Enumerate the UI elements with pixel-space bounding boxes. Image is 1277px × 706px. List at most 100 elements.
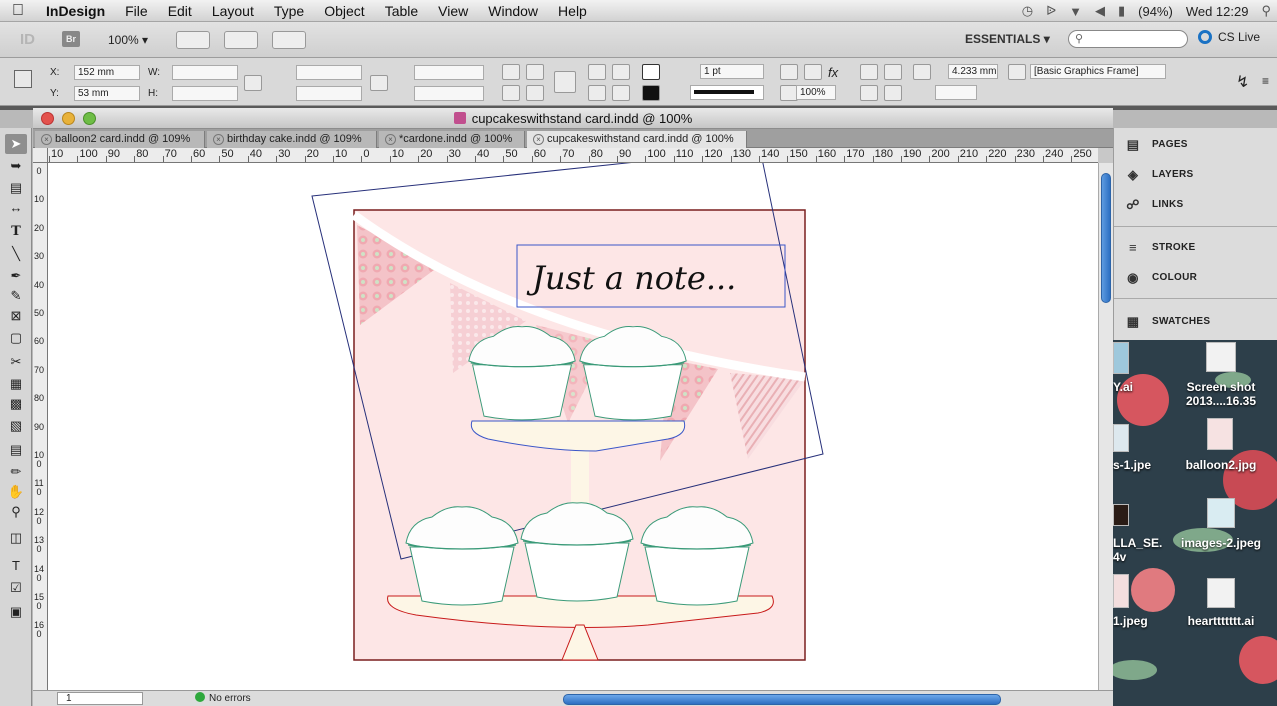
pasteboard[interactable]: Just a note...: [48, 163, 1098, 693]
y-field[interactable]: 53 mm: [74, 86, 140, 101]
menu-window[interactable]: Window: [478, 0, 548, 22]
file-thumb[interactable]: [1113, 574, 1129, 608]
rectangle-frame-tool-icon[interactable]: ⊠: [5, 306, 27, 326]
select-container-icon[interactable]: [588, 64, 606, 80]
corner-offset-field[interactable]: 4.233 mm: [948, 64, 998, 79]
screen-mode-icon[interactable]: ▣: [5, 602, 27, 622]
free-transform-tool-icon[interactable]: ▦: [5, 374, 27, 394]
vertical-ruler[interactable]: 0 10 20 30 40 50 60 70 80 90 100 110 120 130 140 150 160: [33, 163, 48, 693]
menu-type[interactable]: Type: [264, 0, 314, 22]
cupcake[interactable]: [579, 326, 687, 421]
search-field[interactable]: ⚲: [1068, 30, 1188, 48]
eyedropper-tool-icon[interactable]: ✏: [5, 462, 27, 482]
page-tool-icon[interactable]: ▤: [5, 178, 27, 198]
apply-none-icon[interactable]: ☑: [5, 578, 27, 598]
screen-mode-button[interactable]: [224, 31, 258, 49]
ruler-origin[interactable]: [33, 148, 48, 163]
desktop-file-y-ai[interactable]: Y.ai: [1113, 380, 1147, 394]
panel-menu-icon[interactable]: ≡: [1262, 74, 1269, 88]
cupcake[interactable]: [468, 326, 576, 421]
drop-shadow-icon[interactable]: [780, 64, 798, 80]
transform-preview-icon[interactable]: [554, 71, 576, 93]
menu-layout[interactable]: Layout: [202, 0, 264, 22]
rectangle-tool-icon[interactable]: ▢: [5, 328, 27, 348]
rotation-field[interactable]: [414, 65, 484, 80]
gradient-feather-tool-icon[interactable]: ▧: [5, 416, 27, 436]
formatting-affects-icon[interactable]: T: [5, 556, 27, 576]
desktop-file-heart-ai[interactable]: hearttttttt.ai: [1175, 614, 1267, 628]
w-field[interactable]: [172, 65, 238, 80]
h-field[interactable]: [172, 86, 238, 101]
panel-colour[interactable]: ◉ COLOUR: [1114, 265, 1277, 291]
desktop-file-lla-se[interactable]: LLA_SE. 4v: [1113, 536, 1173, 564]
close-tab-icon[interactable]: ×: [213, 134, 224, 145]
close-tab-icon[interactable]: ×: [385, 134, 396, 145]
cs-live-button[interactable]: CS Live: [1198, 30, 1260, 44]
view-options-button[interactable]: [176, 31, 210, 49]
opacity-field[interactable]: 100%: [796, 85, 836, 100]
x-field[interactable]: 152 mm: [74, 65, 140, 80]
note-tool-icon[interactable]: ▤: [5, 440, 27, 460]
zoom-tool-icon[interactable]: ⚲: [5, 502, 27, 522]
fill-stroke-icon[interactable]: ◫: [5, 528, 27, 548]
shear-field[interactable]: [414, 86, 484, 101]
reference-point-icon[interactable]: [14, 70, 32, 88]
file-thumb[interactable]: [1113, 424, 1129, 452]
flip-vertical-icon[interactable]: [526, 85, 544, 101]
menu-table[interactable]: Table: [375, 0, 428, 22]
wifi-icon[interactable]: ▼: [1069, 4, 1082, 19]
file-thumb[interactable]: [1207, 418, 1233, 450]
tab-birthday-cake[interactable]: × birthday cake.indd @ 109%: [207, 131, 377, 148]
menu-app[interactable]: InDesign: [36, 0, 115, 22]
scissors-tool-icon[interactable]: ✂: [5, 352, 27, 372]
file-thumb[interactable]: [1207, 578, 1235, 608]
rotate-cw-icon[interactable]: [502, 64, 520, 80]
workspace-switcher[interactable]: ESSENTIALS ▾: [965, 32, 1050, 46]
fx-icon[interactable]: fx: [828, 65, 838, 80]
stroke-black-swatch[interactable]: [642, 85, 660, 101]
apple-icon[interactable]: : [0, 2, 36, 20]
gap-tool-icon[interactable]: ↔: [5, 198, 27, 218]
effects-icon[interactable]: [804, 64, 822, 80]
select-content-icon[interactable]: [612, 64, 630, 80]
stroke-weight-field[interactable]: 1 pt: [700, 64, 764, 79]
vertical-scrollbar[interactable]: [1098, 163, 1113, 693]
menu-edit[interactable]: Edit: [158, 0, 202, 22]
bluetooth-icon[interactable]: ᐉ: [1046, 3, 1056, 19]
horizontal-scroll-thumb[interactable]: [563, 694, 1001, 705]
menu-view[interactable]: View: [428, 0, 478, 22]
wrap-none-icon[interactable]: [860, 64, 878, 80]
panel-layers[interactable]: ◈ LAYERS: [1114, 162, 1277, 188]
lightning-icon[interactable]: ↯: [1236, 72, 1249, 92]
fill-none-swatch[interactable]: [642, 64, 660, 80]
arrange-documents-button[interactable]: [272, 31, 306, 49]
file-thumb[interactable]: [1113, 504, 1129, 526]
menu-file[interactable]: File: [115, 0, 158, 22]
wrap-shape-icon[interactable]: [860, 85, 878, 101]
spotlight-icon[interactable]: ⚲: [1261, 3, 1271, 19]
menu-object[interactable]: Object: [314, 0, 374, 22]
scale-x-field[interactable]: [296, 65, 362, 80]
corner-shape-dropdown[interactable]: [935, 85, 977, 100]
constrain-proportions-icon[interactable]: [244, 75, 262, 91]
tab-balloon2[interactable]: × balloon2 card.indd @ 109%: [35, 131, 205, 148]
object-style-dropdown[interactable]: [Basic Graphics Frame]: [1030, 64, 1166, 79]
clock[interactable]: Wed 12:29: [1186, 4, 1249, 19]
desktop-file-s1-jpe[interactable]: s-1.jpe: [1113, 458, 1173, 472]
horizontal-ruler[interactable]: 10 100 90 80 70 60 50 40 30 20 10 0 10 20 30 40 50 60 70 80…: [48, 148, 1098, 163]
file-thumb[interactable]: [1113, 342, 1129, 374]
cupcake[interactable]: [405, 506, 519, 606]
flip-horizontal-icon[interactable]: [502, 85, 520, 101]
file-thumb[interactable]: [1206, 342, 1236, 372]
hand-tool-icon[interactable]: ✋: [5, 482, 27, 502]
cupcake[interactable]: [520, 502, 634, 602]
preflight-status[interactable]: No errors: [195, 692, 251, 706]
panel-links[interactable]: ☍ LINKS: [1114, 192, 1277, 218]
time-machine-icon[interactable]: ◷: [1022, 3, 1033, 19]
corner-options-icon[interactable]: [913, 64, 931, 80]
tab-cupcakeswithstand[interactable]: × cupcakeswithstand card.indd @ 100%: [527, 131, 747, 148]
direct-selection-tool-icon[interactable]: ➥: [5, 156, 27, 176]
link-scale-icon[interactable]: [370, 75, 388, 91]
wrap-bounding-icon[interactable]: [884, 64, 902, 80]
panel-stroke[interactable]: ≡ STROKE: [1114, 235, 1277, 261]
